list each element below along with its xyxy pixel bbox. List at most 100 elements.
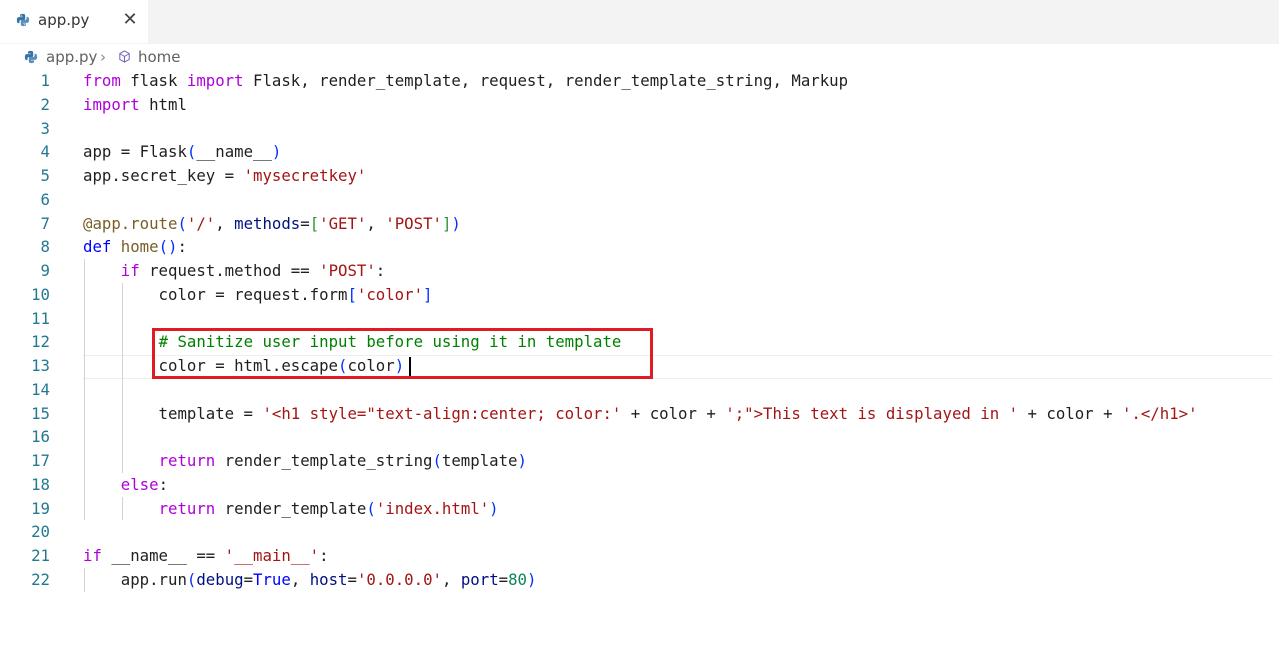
code-token: = (347, 569, 357, 589)
code-line[interactable]: 8 def home(): (0, 235, 1279, 259)
code-line[interactable]: 5 app.secret_key = 'mysecretkey' (0, 164, 1279, 188)
code-line[interactable]: 20 (0, 520, 1279, 544)
code-token: = (300, 213, 310, 233)
code-token: '.</h1>' (1121, 403, 1198, 423)
code-token: ) (526, 569, 537, 589)
line-number: 15 (31, 403, 50, 423)
code-text: return render_template('index.html') (83, 497, 499, 521)
code-token: return (158, 498, 216, 518)
chevron-right-icon: › (100, 48, 106, 66)
code-text: app.run(debug=True, host='0.0.0.0', port… (83, 568, 537, 592)
code-token: host (309, 569, 348, 589)
code-token: '/' (186, 213, 216, 233)
line-number: 21 (31, 546, 50, 565)
line-number: 7 (40, 213, 50, 233)
breadcrumb-file[interactable]: app.py (46, 48, 97, 66)
code-line[interactable]: 10 color = request.form['color'] (0, 283, 1279, 307)
line-number: 2 (40, 94, 50, 114)
code-token: ( (177, 213, 187, 233)
code-token: ] (441, 213, 452, 233)
code-token: : (319, 546, 329, 565)
code-line[interactable]: 21 if __name__ == '__main__': (0, 544, 1279, 568)
line-number: 14 (31, 379, 50, 399)
python-icon (16, 13, 30, 27)
code-line[interactable]: 22 app.run(debug=True, host='0.0.0.0', p… (0, 568, 1279, 592)
code-token: : (158, 474, 169, 494)
line-number: 11 (31, 308, 50, 328)
code-line[interactable]: 7 @app.route('/', methods=['GET', 'POST']… (0, 212, 1279, 236)
code-token: ) (271, 142, 282, 162)
code-token: () (158, 237, 178, 257)
code-token: [ (347, 284, 357, 304)
code-token: if (83, 546, 102, 565)
code-text: app.secret_key = 'mysecretkey' (83, 164, 366, 188)
code-token: color = request.form (83, 284, 348, 304)
code-token: return (158, 451, 216, 470)
code-token: __name__ == (101, 546, 225, 565)
line-number: 12 (31, 332, 50, 352)
code-text: else: (83, 473, 168, 497)
code-line[interactable]: 18 else: (0, 473, 1279, 497)
code-token: app.run (83, 569, 187, 589)
code-text: import html (83, 93, 187, 117)
code-token: , (215, 213, 235, 233)
code-token: + color + (1018, 403, 1122, 423)
code-token: html (139, 94, 187, 114)
code-token: else (120, 474, 159, 494)
code-token: 80 (508, 569, 527, 589)
tab-app-py[interactable]: app.py ✕ (0, 0, 148, 43)
code-token: methods (234, 213, 301, 233)
code-token: flask (120, 71, 187, 90)
line-number: 4 (40, 142, 50, 162)
code-line[interactable]: 19 return render_template('index.html') (0, 497, 1279, 521)
tab-label: app.py (38, 11, 90, 29)
code-line[interactable]: 9 if request.method == 'POST': (0, 259, 1279, 283)
code-token: template (441, 451, 518, 470)
code-text: return render_template_string(template) (83, 449, 527, 473)
line-number: 17 (31, 451, 50, 470)
code-line[interactable]: 1 from flask import Flask, render_templat… (0, 69, 1279, 93)
code-token: debug (196, 569, 244, 589)
code-line[interactable]: 4 app = Flask(__name__) (0, 140, 1279, 164)
line-number: 13 (31, 356, 50, 375)
breadcrumb-symbol[interactable]: home (138, 48, 181, 66)
method-cube-icon (119, 50, 130, 63)
close-icon[interactable]: ✕ (121, 9, 139, 31)
code-line[interactable]: 16 (0, 425, 1279, 449)
code-token: ( (432, 451, 442, 470)
line-number: 10 (31, 284, 50, 304)
code-line[interactable]: 14 (0, 378, 1279, 402)
code-line[interactable]: 17 return render_template_string(templat… (0, 449, 1279, 473)
code-token: 'POST' (319, 261, 376, 280)
code-text: if request.method == 'POST': (83, 259, 385, 283)
code-token: ] (423, 284, 433, 304)
code-text: if __name__ == '__main__': (83, 544, 329, 568)
code-token: render_template (215, 498, 367, 518)
code-token: + color + (621, 403, 726, 423)
code-token: [ (309, 213, 320, 233)
code-line[interactable]: 2 import html (0, 93, 1279, 117)
code-token: '0.0.0.0' (356, 569, 442, 589)
breadcrumb: app.py › home (0, 44, 1279, 70)
code-token: = (498, 569, 509, 589)
code-line[interactable]: 11 (0, 307, 1279, 331)
line-number: 19 (31, 498, 50, 518)
code-token: 'mysecretkey' (243, 166, 367, 185)
code-token: = (243, 569, 254, 589)
line-number: 5 (40, 166, 50, 185)
code-token: app = Flask (83, 142, 187, 162)
code-editor[interactable]: 1 from flask import Flask, render_templat… (0, 69, 1279, 651)
code-line[interactable]: 3 (0, 117, 1279, 141)
code-line[interactable]: 15 template = '<h1 style="text-align:cen… (0, 402, 1279, 426)
code-token: app.secret_key = (83, 166, 244, 185)
code-line[interactable]: 6 (0, 188, 1279, 212)
code-token: 'POST' (385, 213, 442, 233)
code-token: Flask, render_template, request, render_… (243, 71, 849, 90)
code-token: if (120, 261, 140, 280)
code-token: import (83, 94, 140, 114)
